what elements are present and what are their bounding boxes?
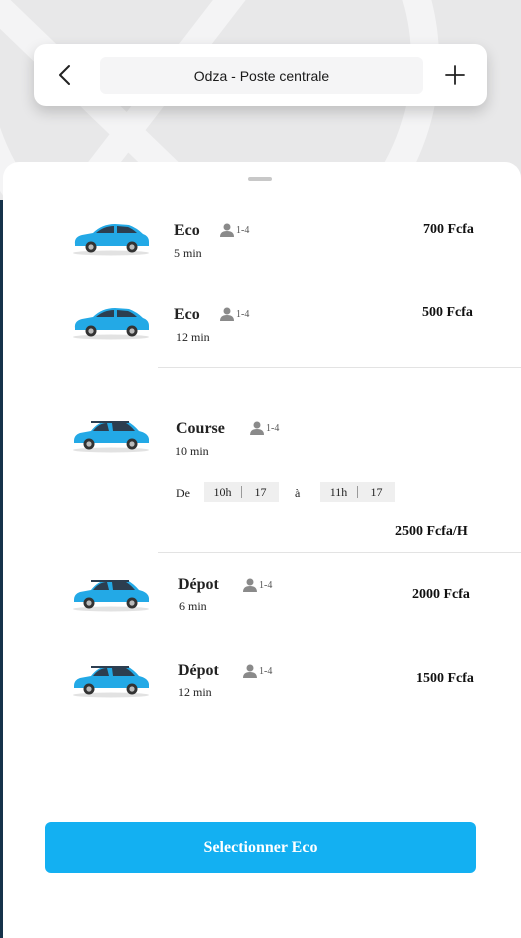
person-icon <box>220 307 234 321</box>
start-hour: 10h <box>213 484 232 499</box>
capacity-label: 1-4 <box>259 579 273 591</box>
car-icon <box>73 421 149 453</box>
end-hour: 11h <box>329 484 348 499</box>
eta: 12 min <box>178 685 212 699</box>
from-label: De <box>176 486 190 500</box>
plus-icon <box>445 65 465 85</box>
capacity-label: 1-4 <box>236 308 250 320</box>
person-icon <box>220 223 234 237</box>
ride-option-depot-1[interactable]: Dépot 1-4 6 min 2000 Fcfa <box>3 562 521 634</box>
ride-option-course[interactable]: Course 1-4 10 min De 10h 17 à 11h 17 250… <box>3 402 521 542</box>
divider <box>158 552 521 553</box>
add-stop-button[interactable] <box>435 55 475 95</box>
capacity: 1-4 <box>243 578 272 592</box>
capacity-label: 1-4 <box>259 665 273 677</box>
capacity: 1-4 <box>220 307 249 321</box>
capacity: 1-4 <box>250 421 279 435</box>
start-time-picker[interactable]: 10h 17 <box>204 482 279 502</box>
price: 2000 Fcfa <box>412 587 470 602</box>
ride-name: Course <box>176 420 225 437</box>
end-minute: 17 <box>370 484 383 499</box>
capacity: 1-4 <box>220 223 249 237</box>
divider <box>158 367 521 368</box>
capacity: 1-4 <box>243 664 272 678</box>
end-time-picker[interactable]: 11h 17 <box>320 482 395 502</box>
eta: 10 min <box>175 444 209 458</box>
ride-options-sheet: Eco 1-4 5 min 700 Fcfa Eco 1-4 12 min 50… <box>3 162 521 938</box>
select-ride-button[interactable]: Selectionner Eco <box>45 822 476 873</box>
person-icon <box>243 578 257 592</box>
car-icon <box>73 224 149 256</box>
eta: 6 min <box>179 599 207 613</box>
car-icon <box>73 580 149 612</box>
eta: 12 min <box>176 330 210 344</box>
person-icon <box>243 664 257 678</box>
to-label: à <box>295 486 301 500</box>
ride-name: Dépot <box>178 576 219 593</box>
sheet-handle[interactable] <box>248 177 272 181</box>
route-bar: Odza - Poste centrale <box>34 44 487 106</box>
price: 500 Fcfa <box>422 305 473 320</box>
ride-option-depot-2[interactable]: Dépot 1-4 12 min 1500 Fcfa <box>3 650 521 722</box>
person-icon <box>250 421 264 435</box>
price: 1500 Fcfa <box>416 671 474 686</box>
ride-name: Dépot <box>178 662 219 679</box>
start-minute: 17 <box>254 484 267 499</box>
route-field[interactable]: Odza - Poste centrale <box>100 57 423 94</box>
capacity-label: 1-4 <box>236 224 250 236</box>
chevron-left-icon <box>59 65 70 85</box>
car-icon <box>73 308 149 340</box>
ride-name: Eco <box>174 306 200 323</box>
screen: Odza - Poste centrale Eco 1-4 5 min 700 … <box>0 0 521 938</box>
eta: 5 min <box>174 246 202 260</box>
ride-option-eco-1[interactable]: Eco 1-4 5 min 700 Fcfa <box>3 204 521 274</box>
ride-name: Eco <box>174 222 200 239</box>
price: 2500 Fcfa/H <box>395 524 468 539</box>
capacity-label: 1-4 <box>266 422 280 434</box>
back-button[interactable] <box>46 55 86 95</box>
price: 700 Fcfa <box>423 222 474 237</box>
car-icon <box>73 666 149 698</box>
ride-option-eco-2[interactable]: Eco 1-4 12 min 500 Fcfa <box>3 288 521 358</box>
